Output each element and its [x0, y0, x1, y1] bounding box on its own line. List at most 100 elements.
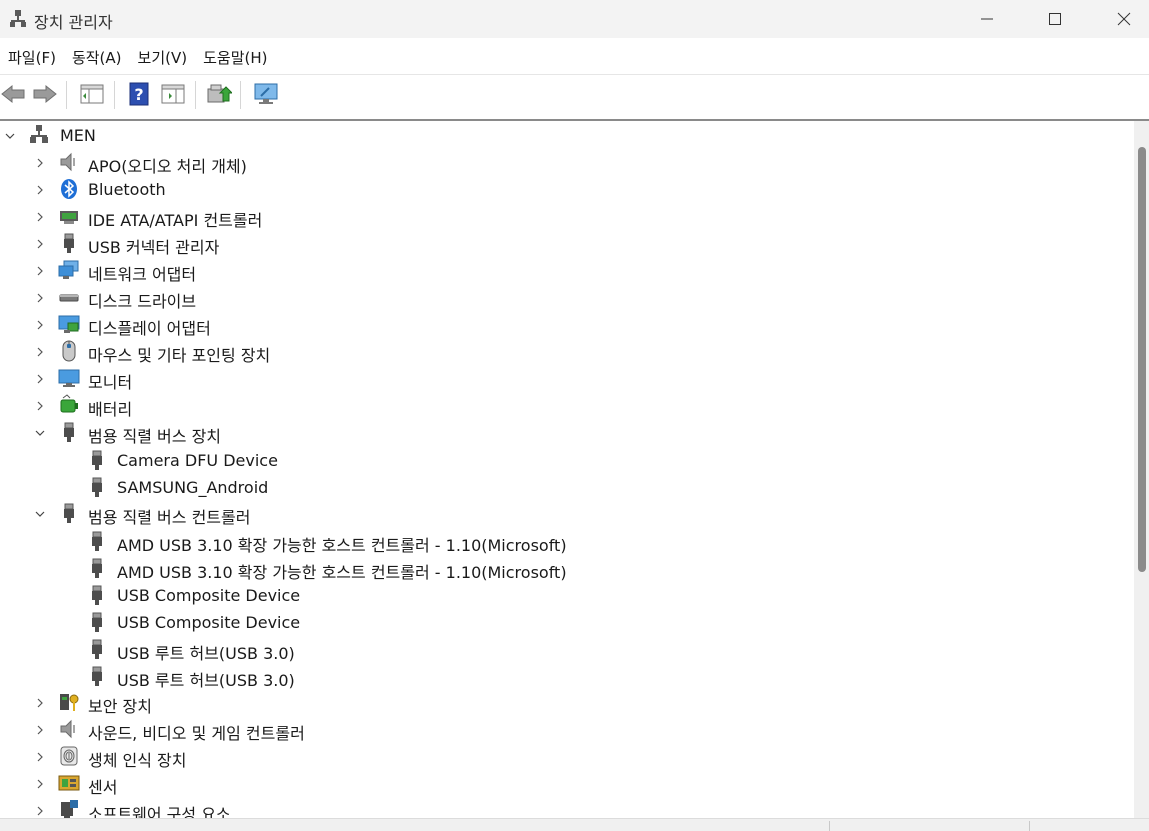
- show-hide-console-tree-icon: [80, 84, 104, 104]
- speaker-icon: [58, 718, 80, 740]
- device-tree: MEN APO(오디오 처리 개체) Bluetooth IDE ATA/ATA…: [0, 121, 1134, 818]
- chevron-right-icon[interactable]: [35, 698, 45, 708]
- show-hide-console-tree-button[interactable]: [79, 81, 105, 107]
- chevron-right-icon[interactable]: [35, 779, 45, 789]
- display-adapter-icon: [58, 313, 80, 335]
- scan-hardware-changes-icon: [254, 83, 278, 104]
- chevron-down-icon[interactable]: [35, 509, 45, 519]
- tree-item-label: 디스플레이 어댑터: [88, 319, 211, 338]
- battery-icon: [58, 394, 80, 416]
- tree-child-label: USB 루트 허브(USB 3.0): [117, 671, 295, 690]
- menu-file[interactable]: 파일(F): [0, 38, 64, 74]
- bluetooth-icon: [58, 178, 80, 200]
- tree-item-label: 생체 인식 장치: [88, 751, 187, 770]
- chevron-right-icon[interactable]: [35, 239, 45, 249]
- tree-item-label: 디스크 드라이브: [88, 292, 197, 311]
- update-driver-icon: [207, 84, 232, 103]
- update-driver-button[interactable]: [206, 81, 232, 107]
- tree-item-label: USB 커넥터 관리자: [88, 238, 220, 257]
- chevron-down-icon[interactable]: [5, 131, 15, 141]
- speaker-icon: [58, 151, 80, 173]
- chevron-right-icon[interactable]: [35, 158, 45, 168]
- tree-item-label: 모니터: [88, 373, 133, 392]
- maximize-button[interactable]: [1032, 0, 1078, 38]
- tree-item-label: 사운드, 비디오 및 게임 컨트롤러: [88, 724, 305, 743]
- chevron-right-icon[interactable]: [35, 212, 45, 222]
- software-component-icon: [58, 799, 80, 818]
- usb-plug-icon: [86, 530, 108, 552]
- back-icon: [1, 84, 25, 104]
- minimize-icon: [981, 18, 993, 20]
- tree-child-label: AMD USB 3.10 확장 가능한 호스트 컨트롤러 - 1.10(Micr…: [117, 536, 567, 555]
- help-button[interactable]: ?: [126, 81, 152, 107]
- chevron-right-icon[interactable]: [35, 185, 45, 195]
- svg-text:?: ?: [134, 85, 143, 104]
- fingerprint-icon: [58, 745, 80, 767]
- computer-icon: [28, 124, 50, 146]
- maximize-icon: [1049, 13, 1061, 25]
- chevron-down-icon[interactable]: [35, 428, 45, 438]
- tree-child-label: Camera DFU Device: [117, 451, 278, 470]
- tree-item-label: 네트워크 어댑터: [88, 265, 197, 284]
- tree-item-label: 센서: [88, 778, 118, 797]
- close-button[interactable]: [1101, 0, 1147, 38]
- chevron-right-icon[interactable]: [35, 320, 45, 330]
- usb-plug-icon: [86, 665, 108, 687]
- properties-pane-icon: [161, 84, 185, 104]
- monitor-icon: [58, 367, 80, 389]
- menu-action[interactable]: 동작(A): [64, 38, 130, 74]
- tree-child-label: USB Composite Device: [117, 586, 301, 605]
- usb-plug-icon: [86, 557, 108, 579]
- usb-plug-icon: [86, 476, 108, 498]
- vertical-scrollbar[interactable]: [1134, 121, 1149, 818]
- tree-item-label: IDE ATA/ATAPI 컨트롤러: [88, 211, 263, 230]
- tree-item-label: 마우스 및 기타 포인팅 장치: [88, 346, 271, 365]
- usb-plug-icon: [86, 611, 108, 633]
- back-button[interactable]: [0, 81, 26, 107]
- chevron-right-icon[interactable]: [35, 266, 45, 276]
- device-manager-icon: [8, 9, 28, 29]
- status-bar: [0, 818, 1149, 831]
- minimize-button[interactable]: [964, 0, 1010, 38]
- forward-icon: [33, 84, 57, 104]
- chevron-right-icon[interactable]: [35, 293, 45, 303]
- toolbar: ?: [0, 74, 1149, 113]
- tree-item-label: 소프트웨어 구성 요소: [88, 805, 231, 818]
- usb-plug-icon: [58, 232, 80, 254]
- security-device-icon: [58, 691, 80, 713]
- chevron-right-icon[interactable]: [35, 725, 45, 735]
- title-bar: 장치 관리자: [0, 0, 1149, 38]
- chevron-right-icon[interactable]: [35, 752, 45, 762]
- chevron-right-icon[interactable]: [35, 374, 45, 384]
- usb-plug-icon: [86, 449, 108, 471]
- help-icon: ?: [129, 82, 149, 106]
- device-manager-window: 장치 관리자 파일(F) 동작(A) 보기(V) 도움말(H) ? MEN AP…: [0, 0, 1149, 831]
- menu-help[interactable]: 도움말(H): [195, 38, 275, 74]
- sensor-icon: [58, 772, 80, 794]
- usb-plug-icon: [86, 638, 108, 660]
- chevron-right-icon[interactable]: [35, 401, 45, 411]
- tree-child-label: AMD USB 3.10 확장 가능한 호스트 컨트롤러 - 1.10(Micr…: [117, 563, 567, 582]
- tree-child-label: SAMSUNG_Android: [117, 478, 269, 497]
- scrollbar-thumb[interactable]: [1138, 147, 1146, 572]
- chevron-right-icon[interactable]: [35, 806, 45, 816]
- menu-view[interactable]: 보기(V): [130, 38, 196, 74]
- tree-item-label: 범용 직렬 버스 컨트롤러: [88, 508, 251, 527]
- menu-bar: 파일(F) 동작(A) 보기(V) 도움말(H): [0, 38, 1149, 74]
- scan-hardware-changes-button[interactable]: [253, 81, 279, 107]
- tree-item-label: Bluetooth: [88, 180, 166, 199]
- ide-controller-icon: [58, 205, 80, 227]
- properties-pane-button[interactable]: [160, 81, 186, 107]
- disk-drive-icon: [58, 286, 80, 308]
- chevron-right-icon[interactable]: [35, 347, 45, 357]
- usb-plug-icon: [86, 584, 108, 606]
- close-icon: [1117, 12, 1131, 26]
- tree-root-label: MEN: [60, 126, 96, 145]
- tree-item-label: 배터리: [88, 400, 133, 419]
- usb-plug-icon: [58, 421, 80, 443]
- forward-button[interactable]: [32, 81, 58, 107]
- tree-item-label: 보안 장치: [88, 697, 152, 716]
- network-adapter-icon: [58, 259, 80, 281]
- tree-item-label: 범용 직렬 버스 장치: [88, 427, 222, 446]
- mouse-icon: [58, 340, 80, 362]
